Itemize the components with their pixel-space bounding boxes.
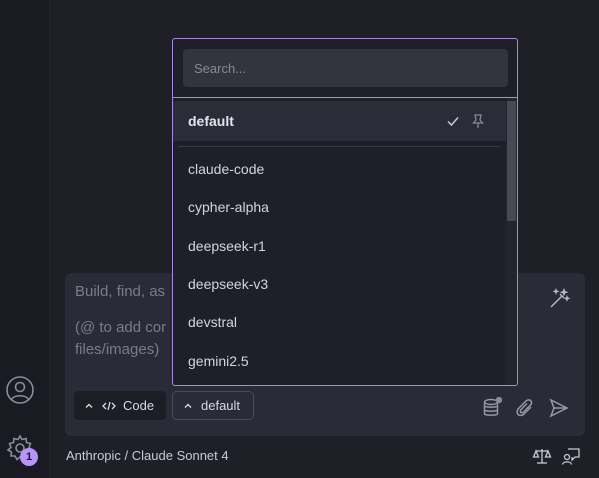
dropdown-item[interactable]: gemini2.5 <box>173 342 506 380</box>
dropdown-item-label: deepseek-v3 <box>188 276 269 292</box>
pin-icon[interactable] <box>471 113 485 129</box>
dropdown-item-label: devstral <box>188 314 238 330</box>
dropdown-item-label: deepseek-r1 <box>188 238 266 254</box>
dropdown-item[interactable]: cypher-alpha <box>173 188 506 226</box>
chevron-up-icon <box>184 403 192 408</box>
dropdown-item-label: claude-code <box>188 161 265 177</box>
paperclip-icon[interactable] <box>514 397 536 419</box>
dropdown-item[interactable]: devstral <box>173 303 506 341</box>
dropdown-item-label: cypher-alpha <box>188 199 269 215</box>
dropdown-item[interactable]: deepseek-v3 <box>173 265 506 303</box>
status-model-label[interactable]: Anthropic / Claude Sonnet 4 <box>66 448 229 463</box>
mode-selector-button[interactable]: Code <box>74 391 166 420</box>
code-brackets-icon <box>102 401 116 410</box>
status-bar: Anthropic / Claude Sonnet 4 <box>66 446 586 466</box>
dropdown-item-selected[interactable]: default <box>173 101 506 141</box>
settings-badge: 1 <box>20 448 38 466</box>
send-icon[interactable] <box>548 397 570 419</box>
magic-wand-icon[interactable] <box>547 287 571 311</box>
chevron-up-icon <box>85 403 93 408</box>
feedback-icon[interactable] <box>561 446 581 466</box>
dropdown-scrollbar[interactable] <box>506 98 517 385</box>
model-pill-label: default <box>201 398 241 413</box>
dropdown-search-container <box>173 39 517 98</box>
check-icon <box>447 117 459 127</box>
dropdown-item-label: gemini2.5 <box>188 353 249 369</box>
dropdown-scrollbar-thumb[interactable] <box>507 101 516 221</box>
dropdown-item[interactable]: claude-code <box>173 150 506 188</box>
activity-bar: 1 <box>0 0 50 478</box>
dropdown-item[interactable]: deepseek-r1 <box>173 227 506 265</box>
mode-label: Code <box>123 398 155 413</box>
dropdown-selected-label: default <box>188 113 234 129</box>
model-search-input[interactable] <box>183 49 508 87</box>
database-icon[interactable] <box>481 396 503 419</box>
model-dropdown: default claude-code cypher-alpha deepsee… <box>172 38 518 386</box>
scales-icon[interactable] <box>532 446 552 466</box>
account-icon[interactable] <box>5 375 35 405</box>
dropdown-divider <box>178 146 500 147</box>
model-selector-button[interactable]: default <box>172 391 254 420</box>
